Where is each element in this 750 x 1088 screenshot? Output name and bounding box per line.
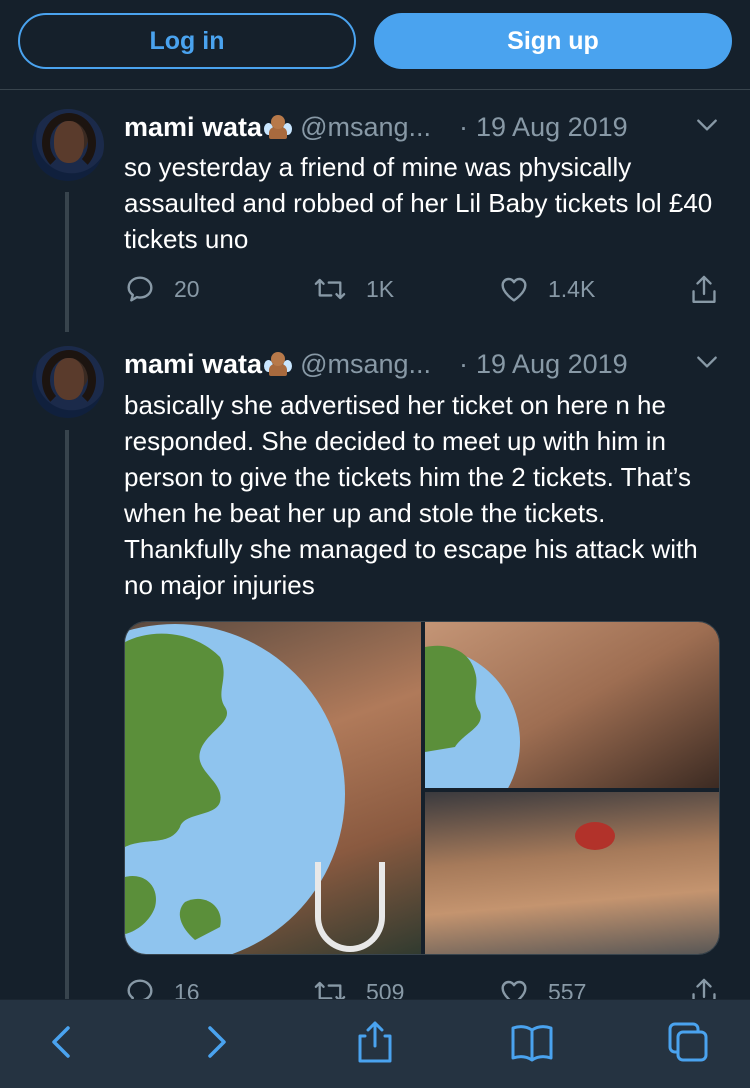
- like-button[interactable]: 1.4K: [498, 273, 595, 305]
- tweet-header: mami wata @msang... · 19 Aug 2019: [124, 109, 628, 145]
- reply-count: 20: [174, 275, 200, 302]
- username[interactable]: @msang...: [300, 349, 431, 380]
- signup-button[interactable]: Sign up: [374, 13, 732, 69]
- tweet-date[interactable]: 19 Aug 2019: [476, 112, 628, 143]
- globe-emoji-icon: [425, 645, 520, 788]
- tweet-text: basically she advertised her ticket on h…: [124, 390, 698, 600]
- heart-icon: [501, 277, 527, 302]
- display-name[interactable]: mami wata: [124, 112, 262, 143]
- tweet-date[interactable]: 19 Aug 2019: [476, 349, 628, 380]
- reply-button[interactable]: 20: [124, 273, 200, 305]
- avatar[interactable]: [32, 346, 104, 418]
- media-grid[interactable]: [124, 621, 720, 955]
- back-icon[interactable]: [40, 1020, 84, 1064]
- retweet-icon: [314, 278, 346, 300]
- avatar[interactable]: [32, 109, 104, 181]
- retweet-button[interactable]: 1K: [312, 273, 394, 305]
- forward-icon[interactable]: [194, 1020, 238, 1064]
- display-name[interactable]: mami wata: [124, 349, 262, 380]
- tweet-actions: 20 1K 1.4K: [124, 273, 724, 313]
- thread-line: [65, 430, 69, 1000]
- bookmarks-icon[interactable]: [510, 1020, 554, 1064]
- reply-icon: [127, 276, 153, 302]
- separator-dot: ·: [459, 111, 469, 142]
- share-tweet-button[interactable]: [688, 273, 738, 307]
- media-photo[interactable]: [125, 622, 421, 954]
- login-button[interactable]: Log in: [18, 13, 356, 69]
- share-icon[interactable]: [353, 1020, 397, 1064]
- chevron-down-icon[interactable]: [694, 349, 720, 375]
- share-icon: [692, 275, 716, 303]
- like-count: 1.4K: [548, 275, 596, 302]
- separator-dot: ·: [459, 348, 469, 379]
- retweet-count: 1K: [366, 275, 395, 302]
- fairy-emoji-icon: [264, 350, 293, 378]
- chevron-down-icon[interactable]: [694, 112, 720, 138]
- media-photo[interactable]: [425, 622, 719, 788]
- media-photo[interactable]: [425, 792, 719, 954]
- auth-bar: Log in Sign up: [0, 0, 750, 90]
- username[interactable]: @msang...: [300, 112, 431, 143]
- tweet-header: mami wata @msang... · 19 Aug 2019: [124, 346, 628, 382]
- tweet-text: so yesterday a friend of mine was physic…: [124, 152, 713, 254]
- browser-toolbar: [0, 999, 750, 1088]
- thread-line: [65, 192, 69, 332]
- fairy-emoji-icon: [264, 113, 293, 141]
- tabs-icon[interactable]: [666, 1020, 710, 1064]
